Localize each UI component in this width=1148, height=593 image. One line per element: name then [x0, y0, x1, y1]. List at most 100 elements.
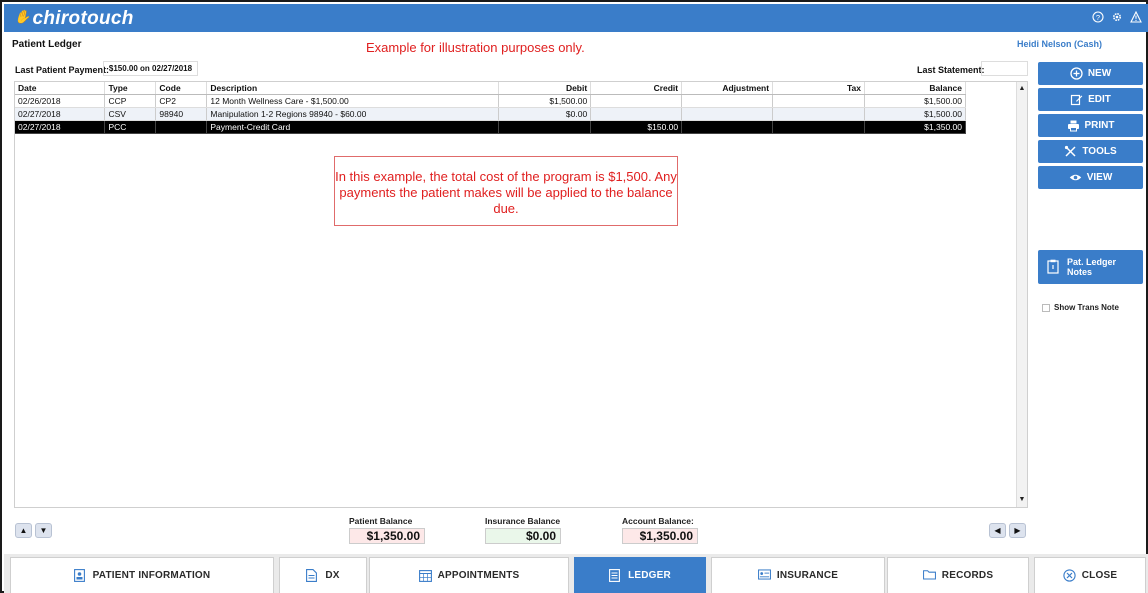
tab-ledger-label: LEDGER: [628, 570, 671, 581]
notes-clipboard-icon: [1047, 259, 1059, 276]
tab-patient-information-label: PATIENT INFORMATION: [92, 570, 211, 581]
gear-icon[interactable]: [1111, 11, 1123, 23]
cell-tax: [772, 107, 865, 121]
cell-adjustment: [681, 107, 774, 121]
ledger-table: Date Type Code Description Debit Credit …: [15, 82, 966, 134]
table-row[interactable]: 02/27/2018 CSV 98940 Manipulation 1-2 Re…: [15, 107, 966, 121]
tools-button-label: TOOLS: [1082, 146, 1117, 157]
insurance-balance-label: Insurance Balance: [485, 516, 561, 526]
cell-date: 02/27/2018: [15, 120, 106, 134]
cell-balance: $1,500.00: [864, 94, 966, 108]
patient-ledger-notes-button[interactable]: Pat. Ledger Notes: [1038, 250, 1143, 284]
last-payment-label: Last Patient Payment:: [15, 65, 110, 75]
cell-tax: [772, 120, 865, 134]
top-icons: ?: [1092, 11, 1142, 23]
tab-insurance-label: INSURANCE: [776, 570, 839, 581]
edit-button-label: EDIT: [1088, 94, 1111, 105]
edit-button[interactable]: EDIT: [1038, 88, 1143, 111]
notes-button-label: Pat. Ledger Notes: [1067, 257, 1117, 277]
column-header-tax[interactable]: Tax: [772, 82, 865, 95]
patient-balance-label: Patient Balance: [349, 516, 413, 526]
insurance-balance-value: $0.00: [485, 528, 561, 544]
print-button-label: PRINT: [1084, 120, 1115, 131]
next-button[interactable]: ▶: [1009, 523, 1026, 538]
ledger-grid: Date Type Code Description Debit Credit …: [14, 81, 1028, 508]
document-icon: [306, 569, 319, 582]
table-row[interactable]: 02/26/2018 CCP CP2 12 Month Wellness Car…: [15, 94, 966, 108]
chirotouch-logo: ✋ chirotouch: [14, 8, 134, 29]
view-button[interactable]: VIEW: [1038, 166, 1143, 189]
column-header-credit[interactable]: Credit: [590, 82, 683, 95]
tab-dx-label: DX: [325, 570, 340, 581]
tab-dx[interactable]: DX: [279, 557, 367, 593]
tab-records[interactable]: RECORDS: [887, 557, 1029, 593]
cell-code: CP2: [155, 94, 208, 108]
new-button[interactable]: NEW: [1038, 62, 1143, 85]
tab-insurance[interactable]: INSURANCE: [711, 557, 885, 593]
tab-records-label: RECORDS: [941, 570, 994, 581]
cell-type: CCP: [104, 94, 157, 108]
column-header-date[interactable]: Date: [15, 82, 106, 95]
close-button-label: CLOSE: [1081, 570, 1118, 581]
tools-icon: [1064, 145, 1077, 158]
page-title: Patient Ledger: [12, 39, 82, 50]
account-balance-value: $1,350.00: [622, 528, 698, 544]
column-header-debit[interactable]: Debit: [498, 82, 592, 95]
print-button[interactable]: PRINT: [1038, 114, 1143, 137]
cell-code: 98940: [155, 107, 208, 121]
cell-date: 02/26/2018: [15, 94, 106, 108]
show-trans-note-checkbox[interactable]: [1042, 303, 1050, 312]
show-trans-note-toggle[interactable]: Show Trans Note: [1042, 303, 1119, 312]
eye-icon: [1069, 171, 1082, 184]
top-bar: ✋ chirotouch ?: [4, 4, 1148, 32]
tab-patient-information[interactable]: PATIENT INFORMATION: [10, 557, 274, 593]
move-up-button[interactable]: ▲: [15, 523, 32, 538]
scroll-up-arrow-icon[interactable]: ▲: [1017, 84, 1027, 94]
previous-button[interactable]: ◀: [989, 523, 1006, 538]
warning-triangle-icon[interactable]: [1130, 11, 1142, 23]
cell-debit: $1,500.00: [498, 94, 592, 108]
column-header-description[interactable]: Description: [206, 82, 500, 95]
cell-date: 02/27/2018: [15, 107, 106, 121]
chevron-down-icon: ▼: [39, 526, 48, 535]
cell-credit: [590, 94, 683, 108]
cell-balance: $1,350.00: [864, 120, 966, 134]
patient-balance-value: $1,350.00: [349, 528, 425, 544]
tab-ledger[interactable]: LEDGER: [574, 557, 706, 593]
cell-type: CSV: [104, 107, 157, 121]
ledger-icon: [609, 569, 622, 582]
last-payment-value: $150.00 on 02/27/2018: [103, 61, 198, 76]
plus-circle-icon: [1070, 67, 1083, 80]
last-statement-value: [981, 61, 1028, 76]
cell-description: Payment-Credit Card: [206, 120, 500, 134]
help-circle-icon[interactable]: ?: [1092, 11, 1104, 23]
close-button[interactable]: CLOSE: [1034, 557, 1146, 593]
column-header-balance[interactable]: Balance: [864, 82, 966, 95]
cell-balance: $1,500.00: [864, 107, 966, 121]
view-button-label: VIEW: [1086, 172, 1113, 183]
account-balance-label: Account Balance:: [622, 516, 694, 526]
column-header-adjustment[interactable]: Adjustment: [681, 82, 774, 95]
app-window: ✋ chirotouch ? Patient Ledger Example for…: [0, 0, 1148, 593]
table-row-selected[interactable]: 02/27/2018 PCC Payment-Credit Card $150.…: [15, 120, 966, 134]
vertical-scrollbar[interactable]: ▲ ▼: [1016, 82, 1027, 507]
cell-debit: $0.00: [498, 107, 592, 121]
tab-appointments[interactable]: APPOINTMENTS: [369, 557, 569, 593]
scroll-down-arrow-icon[interactable]: ▼: [1017, 495, 1027, 505]
cell-debit: [498, 120, 592, 134]
column-header-type[interactable]: Type: [104, 82, 157, 95]
move-down-button[interactable]: ▼: [35, 523, 52, 538]
column-header-code[interactable]: Code: [155, 82, 208, 95]
chevron-left-icon: ◀: [994, 526, 1001, 535]
tools-button[interactable]: TOOLS: [1038, 140, 1143, 163]
calendar-icon: [418, 569, 432, 582]
chevron-up-icon: ▲: [19, 526, 28, 535]
new-button-label: NEW: [1087, 68, 1112, 79]
svg-text:?: ?: [1096, 13, 1100, 22]
cell-description: Manipulation 1-2 Regions 98940 - $60.00: [206, 107, 500, 121]
tab-appointments-label: APPOINTMENTS: [437, 570, 520, 581]
chevron-right-icon: ▶: [1014, 526, 1021, 535]
bottom-navigation: PATIENT INFORMATION DX APPOINTMENTS LEDG…: [4, 554, 1148, 593]
last-statement-label: Last Statement:: [917, 65, 985, 75]
patient-name-link[interactable]: Heidi Nelson (Cash): [1017, 39, 1102, 49]
